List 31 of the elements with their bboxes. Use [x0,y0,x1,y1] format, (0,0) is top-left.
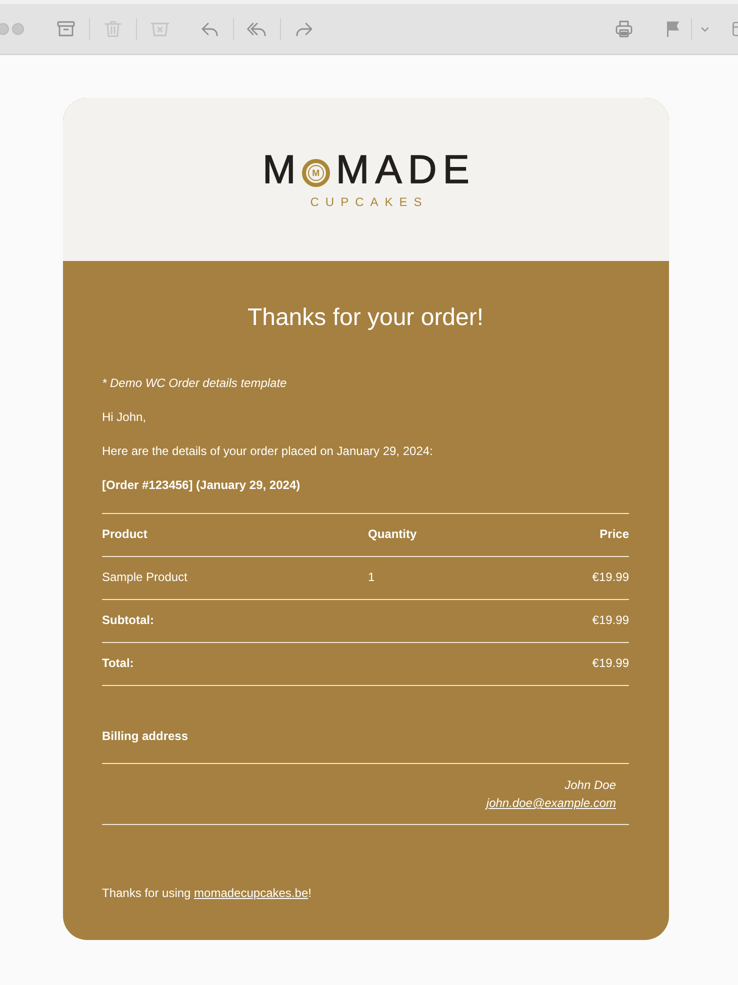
billing-name: John Doe [564,778,616,792]
window-button-icon[interactable] [12,23,24,35]
billing-title: Billing address [102,728,190,745]
greeting-text: Hi John, [102,409,148,426]
logo-tagline: CUPCAKES [310,196,428,208]
printer-icon [614,19,634,39]
trash-icon [103,19,123,39]
table-cell: Sample Product [102,570,188,584]
footer-text: Thanks for using momadecupcakes.be! [102,885,312,902]
email-link[interactable]: john.doe@example.com [486,796,616,810]
total-label: Subtotal: [102,613,154,627]
panel-icon[interactable] [732,19,738,39]
intro-text: Here are the details of your order placed on January 29, 2024: [102,443,434,460]
total-value: €19.99 [592,613,629,627]
template-note: * Demo WC Order details template [102,375,288,392]
table-header-cell: Price [600,527,629,541]
chevron-down-icon [701,26,709,32]
total-value: €19.99 [592,656,629,670]
table-cell: €19.99 [592,570,629,584]
logo-wordmark-end: MADE [336,150,476,190]
total-label: Total: [102,656,134,670]
logo-ring-badge: M [302,159,330,187]
window-button-icon[interactable] [0,23,9,35]
email-title: Thanks for your order! [246,303,485,333]
table-header-cell: Product [102,527,148,541]
logo-wordmark-start: M [262,150,296,190]
order-title: [Order #123456] (January 29, 2024) [102,477,302,494]
table-header-cell: Quantity [368,527,417,541]
table-cell: 1 [368,570,375,584]
archive-icon [56,19,76,39]
site-link[interactable]: momadecupcakes.be [194,886,308,900]
